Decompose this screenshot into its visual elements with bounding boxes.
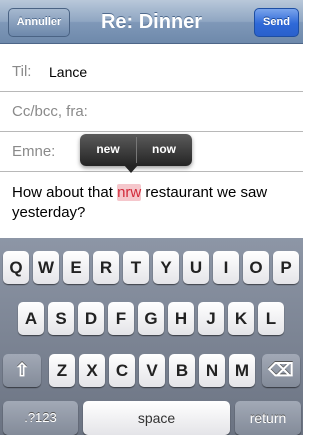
delete-icon: ⌫ [268,360,294,380]
cc-bcc-label: Cc/bcc, fra: [12,103,88,120]
key-g[interactable]: G [138,302,164,335]
send-button[interactable]: Send [254,8,299,37]
key-t[interactable]: T [123,251,149,284]
key-p[interactable]: P [273,251,299,284]
key-o[interactable]: O [243,251,269,284]
key-k[interactable]: K [228,302,254,335]
delete-key[interactable]: ⌫ [262,354,300,387]
key-h[interactable]: H [168,302,194,335]
key-w[interactable]: W [33,251,59,284]
key-d[interactable]: D [78,302,104,335]
keyboard: Q W E R T Y U I O P A S D F G H J K L ⇧ … [0,238,303,435]
to-recipient[interactable]: Lance [49,52,87,92]
key-z[interactable]: Z [49,354,75,387]
key-b[interactable]: B [169,354,195,387]
numbers-key[interactable]: .?123 [3,401,78,435]
return-key[interactable]: return [235,401,301,435]
shift-icon: ⇧ [14,360,30,380]
key-x[interactable]: X [79,354,105,387]
space-key[interactable]: space [83,401,230,435]
suggestion-new[interactable]: new [80,134,136,166]
key-u[interactable]: U [183,251,209,284]
shift-key[interactable]: ⇧ [3,354,41,387]
key-f[interactable]: F [108,302,134,335]
key-v[interactable]: V [139,354,165,387]
suggestion-now[interactable]: now [136,134,192,166]
key-a[interactable]: A [18,302,44,335]
body-text-before: How about that [12,184,118,201]
message-body[interactable]: How about that nrw restaurant we saw yes… [12,183,302,223]
key-r[interactable]: R [93,251,119,284]
autocorrect-popup: new now [80,134,192,166]
key-l[interactable]: L [258,302,284,335]
misspelled-word[interactable]: nrw [117,184,142,201]
key-i[interactable]: I [213,251,239,284]
key-n[interactable]: N [199,354,225,387]
popup-arrow [124,165,138,173]
key-m[interactable]: M [229,354,255,387]
key-y[interactable]: Y [153,251,179,284]
key-e[interactable]: E [63,251,89,284]
key-q[interactable]: Q [3,251,29,284]
cancel-button[interactable]: Annuller [8,8,70,37]
to-label: Til: [12,63,32,80]
to-field[interactable]: Til: Lance [0,52,303,92]
key-s[interactable]: S [48,302,74,335]
navigation-bar: Re: Dinner Annuller Send [0,0,303,44]
cc-bcc-field[interactable]: Cc/bcc, fra: [0,92,303,132]
subject-label: Emne: [12,143,56,160]
key-c[interactable]: C [109,354,135,387]
key-j[interactable]: J [198,302,224,335]
